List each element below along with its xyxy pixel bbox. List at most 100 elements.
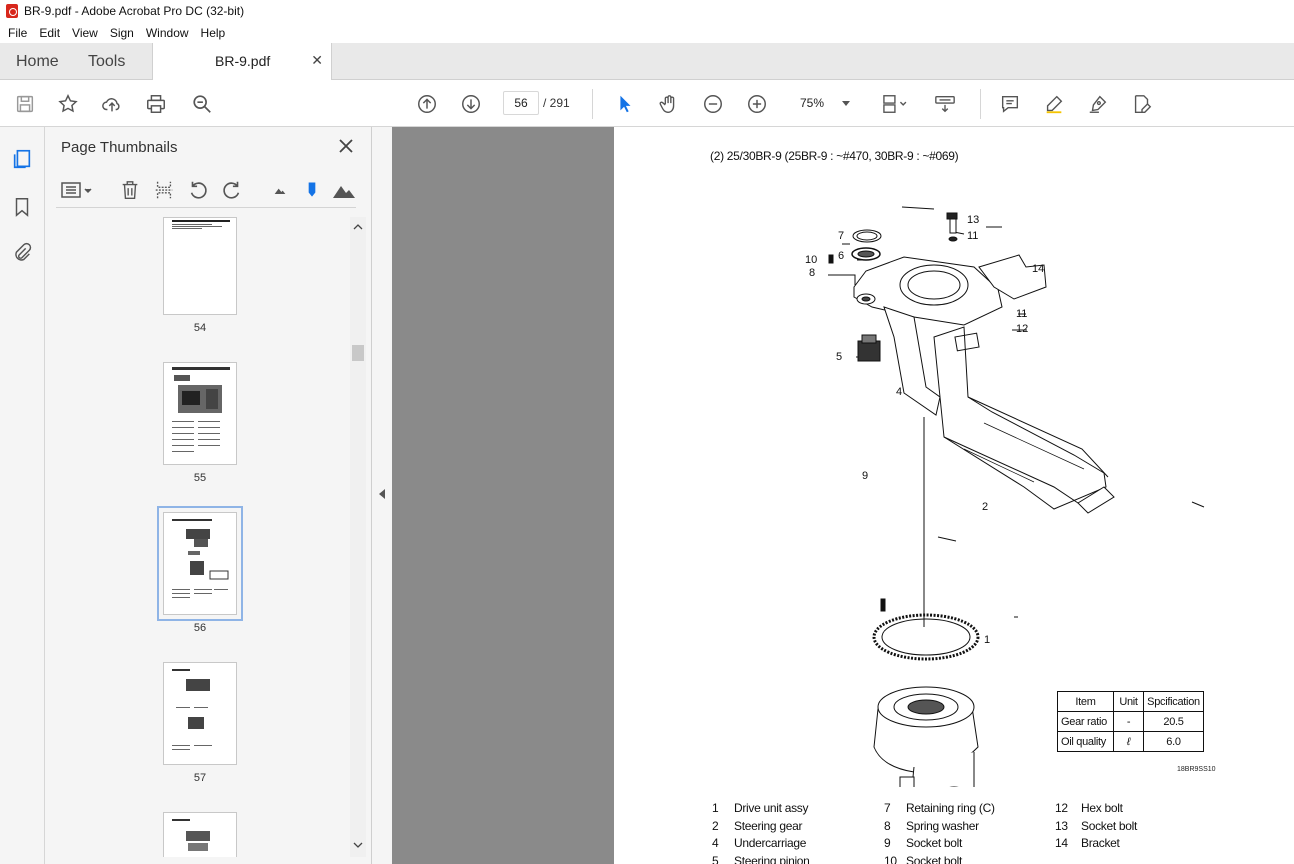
enlarge-thumbnail-icon[interactable] (332, 178, 356, 202)
table-cell: - (1113, 711, 1144, 732)
menu-bar: File Edit View Sign Window Help (0, 22, 1294, 43)
pdf-page: (2) 25/30BR-9 (25BR-9 : ~#470, 30BR-9 : … (614, 127, 1294, 864)
thumbnail-page-number: 56 (193, 622, 207, 634)
table-cell: 6.0 (1143, 731, 1204, 752)
table-row: Oil quality ℓ 6.0 (1057, 731, 1204, 752)
callout-label: 10 (805, 254, 818, 266)
callout-label: 7 (838, 230, 845, 242)
thumbnail-page-selected[interactable] (157, 506, 243, 621)
specification-table: Item Unit Spcification Gear ratio - 20.5… (1057, 691, 1204, 752)
main-toolbar (0, 80, 1294, 127)
menu-sign[interactable]: Sign (104, 26, 140, 40)
tab-bar: Home Tools BR-9.pdf ✕ (0, 43, 1294, 81)
menu-edit[interactable]: Edit (33, 26, 66, 40)
page-number-input[interactable]: 56 (503, 91, 539, 115)
list-item: 1 Drive unit assy (712, 801, 809, 815)
list-item: 5 Steering pinion (712, 853, 810, 864)
list-item: 4 Undercarriage (712, 836, 807, 850)
edit-pdf-icon[interactable] (1129, 91, 1155, 117)
thumbnail-preview (172, 669, 212, 750)
thumbnail-list: 54 55 56 57 (46, 217, 351, 857)
thumbnail-page[interactable] (163, 662, 237, 765)
collapse-left-icon[interactable] (372, 487, 392, 501)
panel-collapse-strip[interactable] (372, 127, 392, 864)
thumbnail-page[interactable] (163, 362, 237, 465)
zoom-in-icon[interactable] (744, 91, 770, 117)
extract-pages-icon[interactable] (152, 178, 176, 202)
save-icon[interactable] (12, 91, 38, 117)
tab-tools[interactable]: Tools (88, 43, 125, 80)
rotate-cw-icon[interactable] (220, 178, 244, 202)
thumbnail-page[interactable] (163, 217, 237, 315)
sign-pen-icon[interactable] (1085, 91, 1111, 117)
acrobat-pdf-icon (6, 4, 18, 18)
zoom-search-icon[interactable] (189, 91, 215, 117)
parts-legend-column-2: 7 Retaining ring (C) 8 Spring washer 9 Sock… (884, 801, 995, 864)
zoom-out-icon[interactable] (700, 91, 726, 117)
thumbnail-preview (172, 519, 229, 598)
thumbnail-toolbar (56, 172, 356, 208)
thumbnail-size-slider-icon[interactable] (300, 178, 324, 202)
callout-label: 5 (836, 351, 843, 363)
page-heading: (2) 25/30BR-9 (25BR-9 : ~#470, 30BR-9 : … (710, 149, 959, 163)
menu-view[interactable]: View (66, 26, 104, 40)
reduce-thumbnail-icon[interactable] (268, 178, 292, 202)
thumbnail-preview (172, 819, 210, 851)
title-bar: BR-9.pdf - Adobe Acrobat Pro DC (32-bit) (0, 0, 1294, 22)
callout-label: 13 (967, 214, 980, 226)
zoom-select[interactable]: 75% (794, 91, 856, 115)
callout-label: 6 (838, 250, 845, 262)
callout-label: 11 (1016, 308, 1028, 320)
left-navigation-rail (0, 127, 45, 864)
toolbar-separator (980, 89, 981, 119)
scroll-up-icon[interactable] (350, 221, 366, 233)
close-tab-icon[interactable]: ✕ (311, 52, 323, 69)
parts-legend-column-1: 1 Drive unit assy 2 Steering gear 4 Underca… (712, 801, 810, 864)
star-icon[interactable] (55, 91, 81, 117)
upload-cloud-icon[interactable] (99, 91, 125, 117)
bookmark-icon[interactable] (10, 195, 34, 219)
select-cursor-icon[interactable] (612, 91, 638, 117)
thumbnail-page-number: 57 (193, 772, 207, 784)
scroll-down-icon[interactable] (350, 839, 366, 851)
menu-file[interactable]: File (2, 26, 33, 40)
table-header: Item (1057, 691, 1114, 712)
scrollbar-thumb[interactable] (352, 345, 364, 361)
next-page-icon[interactable] (458, 91, 484, 117)
highlight-pen-icon[interactable] (1041, 91, 1067, 117)
table-cell: ℓ (1113, 731, 1144, 752)
rotate-ccw-icon[interactable] (186, 178, 210, 202)
parts-legend-column-3: 12 Hex bolt 13 Socket bolt 14 Bracket (1055, 801, 1137, 854)
attachment-icon[interactable] (10, 241, 34, 265)
window-title: BR-9.pdf - Adobe Acrobat Pro DC (32-bit) (24, 4, 245, 18)
list-item: 13 Socket bolt (1055, 818, 1138, 833)
print-icon[interactable] (143, 91, 169, 117)
table-header: Spcification (1143, 691, 1204, 712)
thumbnail-page-number: 54 (193, 322, 207, 334)
options-menu-icon[interactable] (60, 178, 94, 202)
thumbnail-scrollbar[interactable] (350, 217, 366, 857)
callout-label: 9 (862, 470, 869, 482)
list-item: 7 Retaining ring (C) (884, 801, 995, 815)
tab-document[interactable]: BR-9.pdf ✕ (152, 43, 332, 81)
callout-label: 1 (984, 634, 991, 646)
toolbar-separator (592, 89, 593, 119)
tab-home[interactable]: Home (16, 43, 59, 80)
tab-document-label: BR-9.pdf (215, 53, 271, 69)
table-cell: Gear ratio (1057, 711, 1114, 732)
callout-label: 2 (982, 501, 989, 513)
hand-tool-icon[interactable] (656, 91, 682, 117)
menu-window[interactable]: Window (140, 26, 195, 40)
table-header: Unit (1113, 691, 1144, 712)
comment-icon[interactable] (997, 91, 1023, 117)
document-view[interactable]: (2) 25/30BR-9 (25BR-9 : ~#470, 30BR-9 : … (392, 127, 1294, 864)
page-fit-icon[interactable] (876, 91, 912, 117)
delete-page-icon[interactable] (118, 178, 142, 202)
page-thumbnails-icon[interactable] (10, 147, 34, 171)
menu-help[interactable]: Help (195, 26, 232, 40)
scroll-mode-icon[interactable] (932, 91, 958, 117)
previous-page-icon[interactable] (414, 91, 440, 117)
list-item: 14 Bracket (1055, 836, 1120, 850)
close-panel-icon[interactable] (336, 136, 356, 156)
thumbnail-page[interactable] (163, 812, 237, 857)
